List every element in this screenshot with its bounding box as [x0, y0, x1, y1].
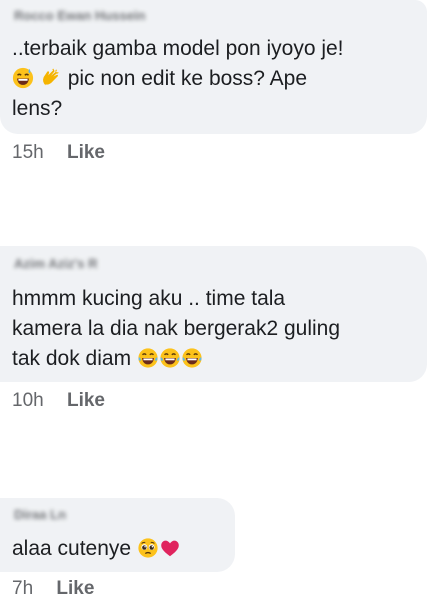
- red-heart-emoji: [159, 537, 181, 559]
- comment-author[interactable]: Rocco Ewan Hussein: [14, 8, 145, 23]
- comment-text-line-with-emoji: pic non edit ke boss? Ape: [12, 64, 417, 94]
- comment-bubble: Azim Aziz's R hmmm kucing aku .. time ta…: [0, 246, 427, 382]
- like-button[interactable]: Like: [56, 578, 94, 599]
- grinning-sweat-emoji: [12, 67, 34, 89]
- comment-text-line: alaa cutenye: [12, 537, 132, 560]
- tears-of-joy-emoji: [137, 347, 159, 369]
- comment-text-line: pic non edit ke boss? Ape: [67, 67, 308, 90]
- comment-meta: 15h Like: [12, 142, 105, 164]
- comment-text-line: hmmm kucing aku .. time tala: [12, 287, 286, 310]
- comment-author[interactable]: Azim Aziz's R: [14, 256, 98, 271]
- comment-timestamp[interactable]: 7h: [12, 578, 33, 599]
- comment-timestamp[interactable]: 15h: [12, 142, 44, 163]
- comment-meta: 7h Like: [12, 578, 94, 600]
- comment-text-line: ..terbaik gamba model pon iyoyo je!: [12, 37, 344, 60]
- comment-text-line: lens?: [12, 97, 63, 120]
- comment-text: hmmm kucing aku .. time tala kamera la d…: [12, 284, 417, 374]
- comment-text: ..terbaik gamba model pon iyoyo je! pic …: [12, 34, 417, 124]
- comment-text-line-with-emoji: tak dok diam: [12, 344, 417, 374]
- tears-of-joy-emoji: [181, 347, 203, 369]
- like-button[interactable]: Like: [67, 142, 105, 163]
- comment-meta: 10h Like: [12, 390, 105, 412]
- comment-bubble: Rocco Ewan Hussein ..terbaik gamba model…: [0, 0, 427, 134]
- comment-bubble: Diraa Ln alaa cutenye: [0, 498, 235, 572]
- pleading-face-emoji: [137, 537, 159, 559]
- clapping-hands-emoji: [40, 67, 62, 89]
- comment-text-line: kamera la dia nak bergerak2 guling: [12, 317, 341, 340]
- comment-timestamp[interactable]: 10h: [12, 390, 44, 411]
- comment-text-line-with-emoji: alaa cutenye: [12, 534, 227, 564]
- comment-author[interactable]: Diraa Ln: [14, 507, 66, 522]
- comment-text-line: tak dok diam: [12, 347, 132, 370]
- comment-text: alaa cutenye: [12, 534, 227, 564]
- tears-of-joy-emoji: [159, 347, 181, 369]
- like-button[interactable]: Like: [67, 390, 105, 411]
